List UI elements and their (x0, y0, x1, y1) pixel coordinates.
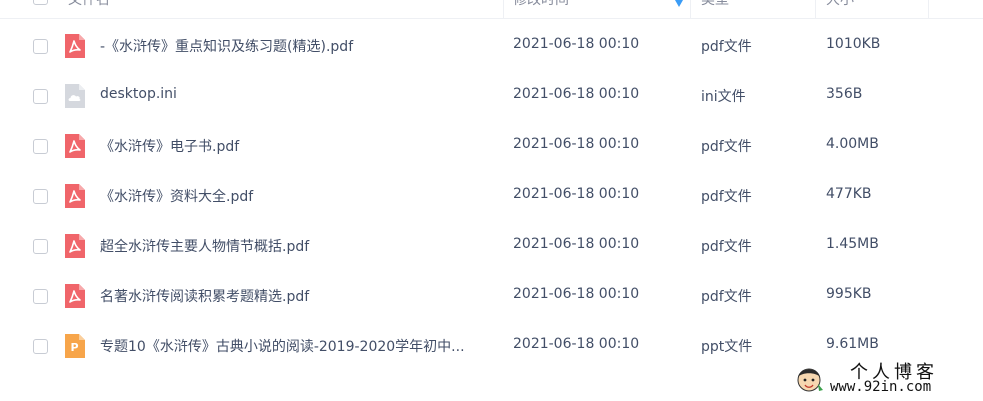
file-modified-time: 2021-06-18 00:10 (513, 86, 640, 102)
file-type: pdf文件 (701, 139, 752, 155)
file-modified-time: 2021-06-18 00:10 (513, 236, 640, 252)
file-size: 356B (826, 86, 863, 102)
column-header-size[interactable]: 大小 (826, 0, 854, 18)
row-checkbox[interactable] (33, 39, 48, 54)
row-checkbox[interactable] (33, 189, 48, 204)
cartoon-face-icon (797, 368, 823, 392)
pdf-icon (65, 34, 85, 58)
file-type: pdf文件 (701, 189, 752, 205)
pdf-icon (65, 134, 85, 158)
file-modified-time: 2021-06-18 00:10 (513, 136, 640, 152)
file-name[interactable]: 《水浒传》电子书.pdf (100, 136, 239, 156)
file-name[interactable]: 超全水浒传主要人物情节概括.pdf (100, 236, 309, 256)
pdf-icon (65, 284, 85, 308)
row-checkbox[interactable] (33, 339, 48, 354)
column-header-name[interactable]: 文件名 (68, 0, 110, 18)
file-name[interactable]: -《水浒传》重点知识及练习题(精选).pdf (100, 36, 353, 56)
file-type: pdf文件 (701, 39, 752, 55)
file-type: pdf文件 (701, 289, 752, 305)
file-name[interactable]: 名著水浒传阅读积累考题精选.pdf (100, 286, 309, 306)
file-row[interactable]: desktop.ini 2021-06-18 00:10 ini文件 356B (0, 71, 983, 121)
file-row[interactable]: -《水浒传》重点知识及练习题(精选).pdf 2021-06-18 00:10 … (0, 21, 983, 71)
row-checkbox[interactable] (33, 89, 48, 104)
row-checkbox[interactable] (33, 139, 48, 154)
file-type: ppt文件 (701, 339, 753, 355)
file-size: 995KB (826, 286, 872, 302)
column-divider[interactable] (815, 0, 816, 18)
file-list-header: 文件名 修改时间 类型 大小 (0, 0, 983, 19)
file-size: 4.00MB (826, 136, 879, 152)
file-modified-time: 2021-06-18 00:10 (513, 186, 640, 202)
select-all-checkbox[interactable] (33, 0, 48, 5)
file-row[interactable]: 《水浒传》资料大全.pdf 2021-06-18 00:10 pdf文件 477… (0, 171, 983, 221)
row-checkbox[interactable] (33, 239, 48, 254)
ppt-icon: P (65, 334, 85, 358)
file-row[interactable]: 名著水浒传阅读积累考题精选.pdf 2021-06-18 00:10 pdf文件… (0, 271, 983, 321)
file-size: 477KB (826, 186, 872, 202)
watermark: 个人博客 www.92in.com (788, 358, 978, 398)
file-size: 9.61MB (826, 336, 879, 352)
file-row[interactable]: 超全水浒传主要人物情节概括.pdf 2021-06-18 00:10 pdf文件… (0, 221, 983, 271)
file-modified-time: 2021-06-18 00:10 (513, 286, 640, 302)
file-row[interactable]: 《水浒传》电子书.pdf 2021-06-18 00:10 pdf文件 4.00… (0, 121, 983, 171)
file-size: 1.45MB (826, 236, 879, 252)
column-divider[interactable] (928, 0, 929, 18)
file-name[interactable]: 《水浒传》资料大全.pdf (100, 186, 253, 206)
file-name[interactable]: desktop.ini (100, 86, 177, 102)
ini-file-icon (65, 84, 85, 108)
file-type: pdf文件 (701, 239, 752, 255)
row-checkbox[interactable] (33, 289, 48, 304)
pdf-icon (65, 184, 85, 208)
column-header-type[interactable]: 类型 (701, 0, 729, 18)
svg-text:P: P (70, 341, 78, 354)
column-divider[interactable] (503, 0, 504, 18)
sort-desc-icon[interactable] (675, 0, 683, 7)
file-modified-time: 2021-06-18 00:10 (513, 336, 640, 352)
pdf-icon (65, 234, 85, 258)
watermark-url: www.92in.com (830, 379, 932, 395)
file-modified-time: 2021-06-18 00:10 (513, 36, 640, 52)
file-type: ini文件 (701, 89, 746, 105)
column-divider[interactable] (690, 0, 691, 18)
file-size: 1010KB (826, 36, 881, 52)
column-header-time[interactable]: 修改时间 (513, 0, 569, 18)
file-name[interactable]: 专题10《水浒传》古典小说的阅读-2019-2020学年初中... (100, 336, 465, 356)
